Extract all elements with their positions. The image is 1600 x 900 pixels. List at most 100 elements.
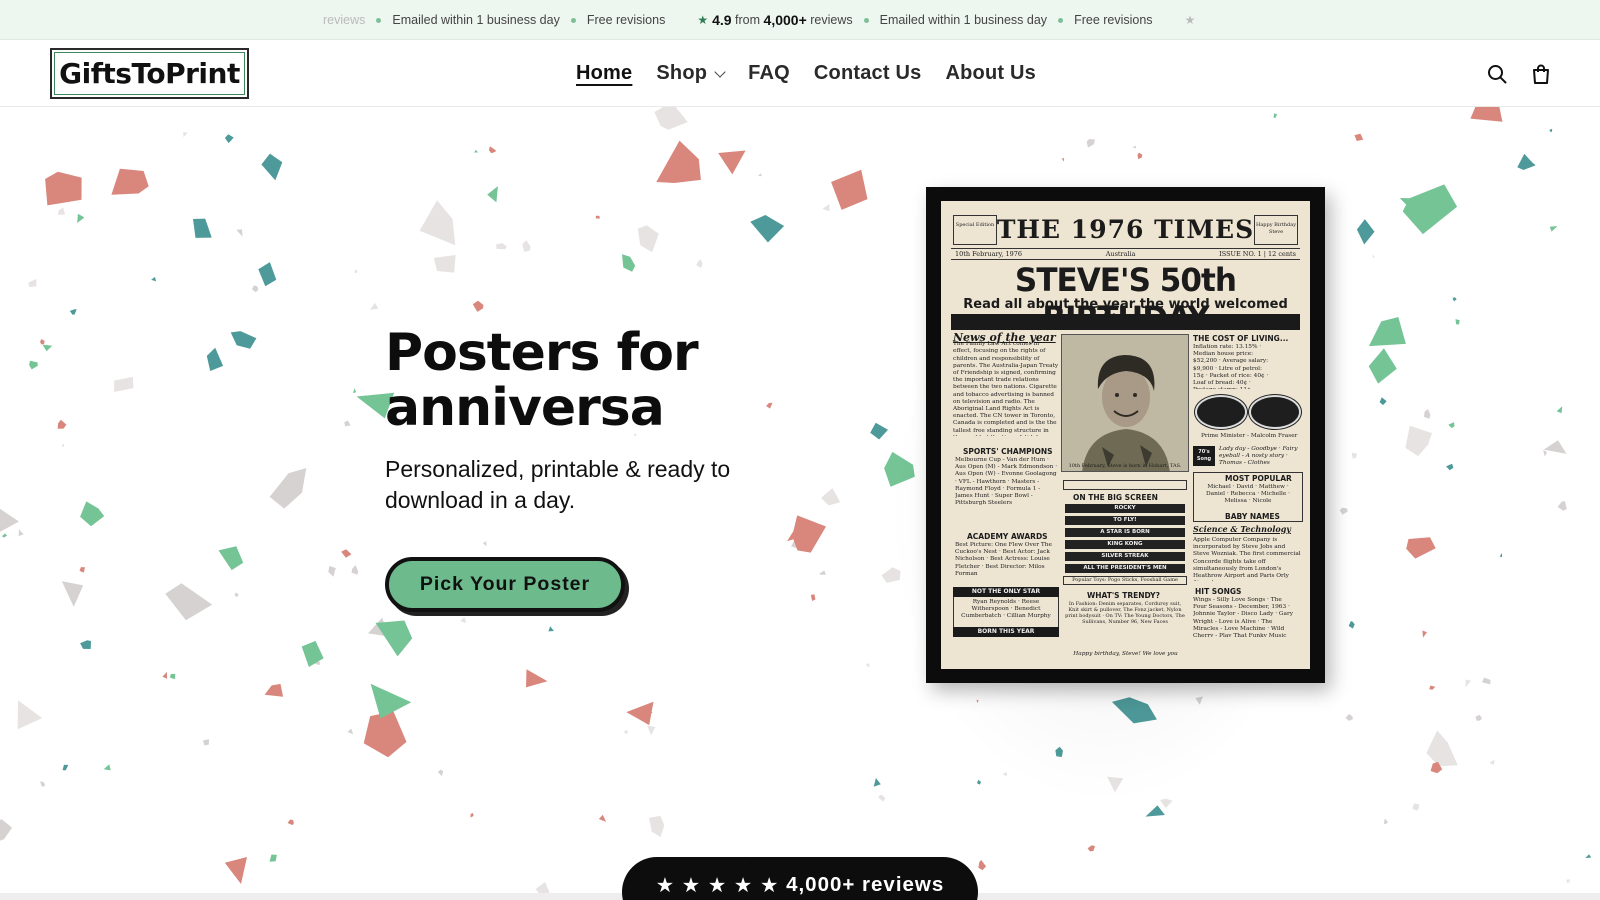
star-icon: ★	[697, 13, 709, 27]
confetti-piece	[375, 620, 413, 657]
confetti-piece	[1543, 440, 1567, 454]
confetti-piece	[354, 269, 358, 274]
photo-caption: 10th February, Steve is born in Hobart, …	[1068, 463, 1182, 469]
pick-poster-button[interactable]: Pick Your Poster	[385, 557, 625, 612]
poster-frame: Special Edition THE 1976 TIMES Happy Bir…	[926, 187, 1325, 683]
confetti-piece	[328, 565, 336, 577]
confetti-piece	[1087, 845, 1095, 852]
nav-shop[interactable]: Shop	[656, 62, 726, 85]
confetti-piece	[595, 215, 600, 219]
poster-date: 10th February, 1976	[955, 250, 1023, 258]
confetti-piece	[1475, 714, 1483, 721]
confetti-piece	[1452, 297, 1457, 302]
confetti-piece	[1517, 153, 1536, 170]
star-icon: ★	[1184, 13, 1196, 27]
popular-toys: Popular Toys: Pogo Sticks, Foosball Game	[1063, 576, 1187, 586]
confetti-piece	[1465, 679, 1472, 687]
poster-tag-right: Happy Birthday Steve	[1254, 215, 1298, 245]
confetti-piece	[1470, 107, 1503, 122]
cost-title: THE COST OF LIVING...	[1193, 334, 1289, 343]
confetti-piece	[57, 207, 65, 215]
logo[interactable]: GiftsToPrint	[50, 48, 249, 99]
confetti-piece	[2, 533, 8, 538]
hero-title-line2: anniversa	[385, 378, 665, 438]
search-icon[interactable]	[1485, 62, 1509, 86]
bullet-dot	[570, 17, 576, 23]
confetti-piece	[1412, 803, 1420, 811]
confetti-piece	[696, 259, 703, 268]
confetti-piece	[165, 583, 213, 621]
logo-text: GiftsToPrint	[54, 52, 245, 95]
confetti-piece	[637, 225, 659, 253]
confetti-piece	[656, 140, 701, 183]
confetti-piece	[0, 819, 13, 841]
announcement-fragment: reviews	[323, 13, 366, 27]
confetti-piece	[1585, 854, 1592, 859]
confetti-piece	[162, 671, 168, 679]
nav-contact[interactable]: Contact Us	[814, 62, 922, 85]
confetti-piece	[224, 134, 234, 144]
confetti-piece	[1339, 507, 1348, 515]
poster-photo	[1061, 334, 1189, 472]
confetti-piece	[1557, 501, 1567, 511]
bullet-dot	[1058, 17, 1064, 23]
confetti-piece	[819, 570, 826, 575]
poster-place: Australia	[1105, 250, 1136, 258]
bullet-dot	[376, 17, 382, 23]
confetti-piece	[114, 376, 134, 392]
confetti-background	[0, 107, 1592, 893]
confetti-piece	[1406, 537, 1436, 559]
confetti-piece	[1368, 348, 1397, 384]
born-this-year-bar: BORN THIS YEAR	[953, 627, 1059, 637]
names-text: Michael · David · Matthew · Daniel · Reb…	[1206, 484, 1290, 505]
confetti-piece	[170, 673, 176, 680]
nav-about[interactable]: About Us	[945, 62, 1035, 85]
rule	[951, 248, 1300, 249]
confetti-piece	[487, 186, 498, 203]
population-badge	[1195, 395, 1247, 429]
news-title: News of the year	[953, 331, 1056, 344]
confetti-piece	[1379, 397, 1387, 406]
confetti-piece	[17, 700, 43, 730]
not-only-star-bar: NOT THE ONLY STAR	[953, 587, 1059, 597]
cart-icon[interactable]	[1529, 62, 1553, 86]
announcement-bar: reviews Emailed within 1 business day Fr…	[0, 0, 1600, 40]
reviews-pill-text: 4,000+ reviews	[786, 873, 945, 896]
hero-subtitle: Personalized, printable & ready to downl…	[385, 456, 731, 513]
confetti-piece	[1455, 319, 1460, 325]
confetti-piece	[472, 300, 484, 312]
confetti-piece	[1422, 630, 1427, 638]
chevron-down-icon	[714, 65, 726, 78]
nav-faq[interactable]: FAQ	[748, 62, 790, 85]
confetti-piece	[878, 794, 886, 802]
confetti-piece	[80, 640, 91, 649]
confetti-piece	[1132, 145, 1137, 149]
confetti-piece	[224, 857, 247, 884]
confetti-piece	[1384, 819, 1388, 825]
song-text: Lady day - Goodbye · Fairy eyeball - A n…	[1219, 446, 1298, 467]
confetti-piece	[822, 204, 830, 212]
confetti-piece	[269, 854, 277, 862]
song-tag: 70's Song	[1193, 446, 1215, 466]
confetti-piece	[363, 711, 407, 758]
confetti-piece	[1423, 409, 1431, 419]
confetti-piece	[1348, 621, 1355, 629]
rating-from: from	[735, 13, 761, 27]
confetti-piece	[1354, 133, 1364, 141]
sports-text: Melbourne Cup - Van der Hum · Aus Open (…	[955, 457, 1058, 507]
confetti-piece	[1371, 254, 1375, 259]
confetti-piece	[978, 859, 987, 871]
nav-home[interactable]: Home	[576, 62, 632, 85]
confetti-piece	[419, 200, 456, 246]
confetti-piece	[79, 567, 85, 573]
confetti-piece	[1351, 452, 1358, 459]
rating-value: 4.9	[712, 12, 732, 28]
announcement-rating: ★ 4.9 from 4,000+ reviews	[697, 12, 852, 28]
confetti-piece	[261, 153, 283, 181]
reviews-pill[interactable]: ★ ★ ★ ★ ★ 4,000+ reviews	[622, 857, 978, 900]
confetti-piece	[1137, 152, 1143, 160]
confetti-piece	[1543, 450, 1548, 457]
baby-names-title: BABY NAMES	[1225, 512, 1280, 521]
confetti-piece	[626, 701, 654, 726]
rating-stars-icon: ★ ★ ★ ★ ★	[655, 874, 780, 897]
